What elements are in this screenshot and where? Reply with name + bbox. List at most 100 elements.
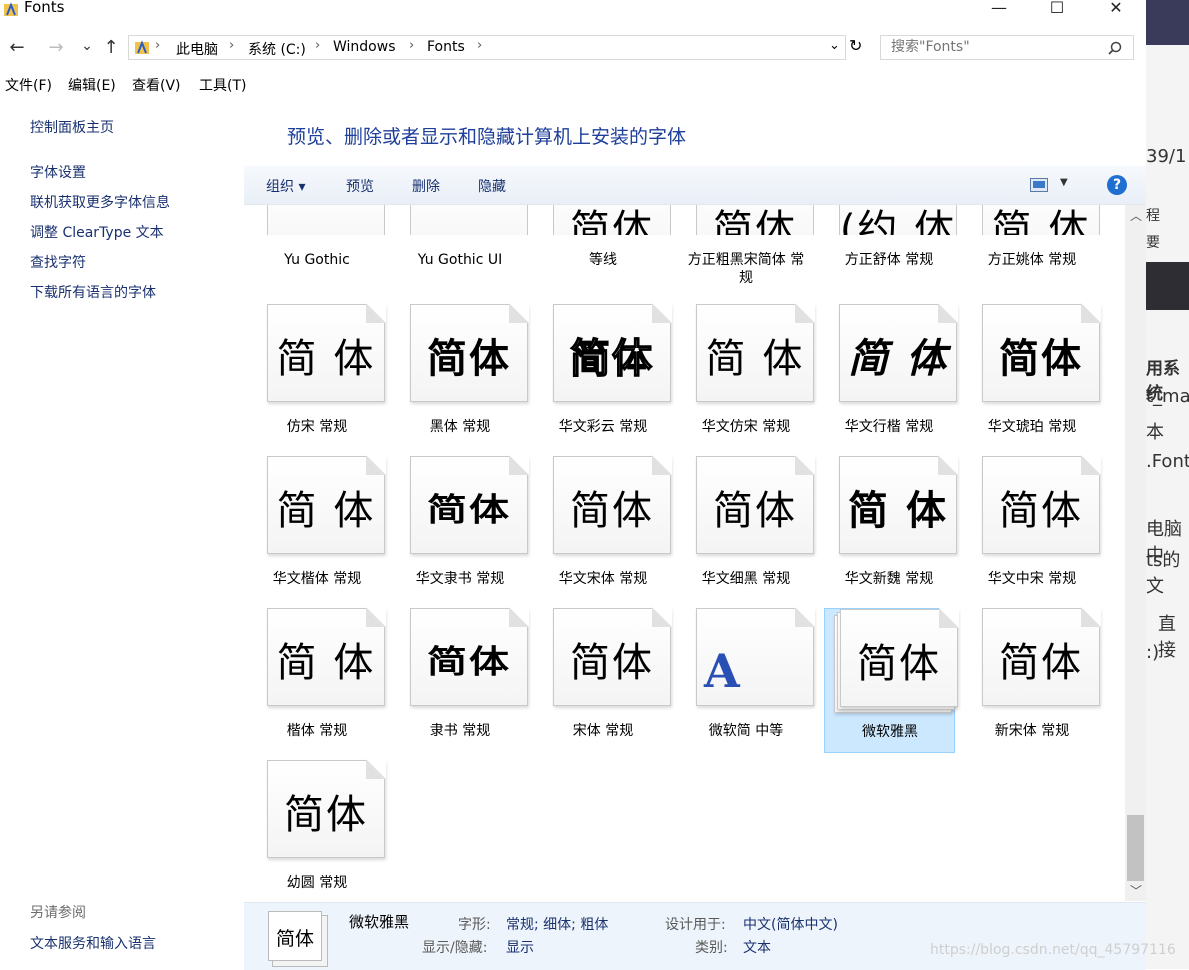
menu-edit[interactable]: 编辑(E) bbox=[68, 75, 116, 95]
font-tile[interactable]: 简体 华文隶书 常规 bbox=[395, 455, 529, 601]
font-tile[interactable]: 简 体华文新魏 常规 bbox=[824, 455, 958, 601]
font-file-icon: 简体 bbox=[267, 759, 386, 858]
delete-button[interactable]: 删除 bbox=[412, 176, 440, 196]
fragment-text: 39/1 bbox=[1146, 146, 1187, 167]
breadcrumb-windows[interactable]: Windows bbox=[333, 39, 396, 55]
fragment-text: ts的文 bbox=[1146, 550, 1181, 597]
font-tile[interactable]: 简体 华文宋体 常规 bbox=[538, 455, 672, 601]
back-arrow-icon[interactable]: ← bbox=[6, 37, 28, 58]
page-title: 预览、删除或者显示和隐藏计算机上安装的字体 bbox=[287, 126, 687, 148]
menu-tools[interactable]: 工具(T) bbox=[199, 75, 246, 95]
close-button[interactable]: ✕ bbox=[1093, 0, 1139, 18]
menu-file[interactable]: 文件(F) bbox=[5, 75, 52, 95]
font-file-icon: A bbox=[696, 607, 815, 706]
fragment-text: 本 bbox=[1146, 422, 1164, 443]
see-also-heading: 另请参阅 bbox=[30, 905, 86, 921]
font-sample-glyph: 简体 bbox=[569, 335, 654, 383]
font-tile[interactable]: 简体 华文琥珀 常规 bbox=[967, 303, 1101, 449]
font-tile[interactable]: 简 体仿宋 常规 bbox=[252, 303, 386, 449]
font-file-icon: 简体 bbox=[553, 607, 672, 706]
font-settings-link[interactable]: 字体设置 bbox=[30, 162, 86, 182]
search-icon[interactable] bbox=[1108, 41, 1122, 55]
font-tile[interactable]: 简体新宋体 常规 bbox=[967, 607, 1101, 753]
font-file-icon: 简体 bbox=[696, 205, 814, 235]
command-toolbar: 组织 ▾ 预览 删除 隐藏 ▼ ? bbox=[244, 166, 1146, 205]
font-sample-glyph: 简 体 bbox=[276, 336, 376, 382]
font-file-icon: 简体 bbox=[553, 205, 671, 235]
search-box[interactable] bbox=[880, 35, 1134, 60]
control-panel-home-link[interactable]: 控制面板主页 bbox=[30, 117, 114, 137]
font-sample-glyph: 简体 bbox=[570, 640, 654, 686]
font-tile[interactable]: 简体幼圆 常规 bbox=[252, 759, 386, 901]
fonts-folder-icon bbox=[4, 2, 18, 16]
font-tile[interactable]: 简 体华文楷体 常规 bbox=[252, 455, 386, 601]
font-sample-glyph: 简 体 bbox=[848, 488, 948, 534]
scrollbar-thumb[interactable] bbox=[1127, 815, 1144, 881]
font-file-icon: 简体 bbox=[982, 303, 1101, 402]
fragment-text: t_ma bbox=[1146, 386, 1189, 407]
selected-font-preview-icon: 简体 bbox=[268, 911, 328, 967]
view-dropdown-icon[interactable]: ▼ bbox=[1060, 177, 1068, 188]
background-window: 39/1 程 要 用系统 t_ma 本 .Font 电脑中 ts的文 直接 :) bbox=[1146, 0, 1189, 969]
font-name-label: 幼圆 常规 bbox=[286, 875, 348, 891]
find-character-link[interactable]: 查找字符 bbox=[30, 252, 86, 272]
designed-for-label: 设计用于: bbox=[665, 917, 726, 933]
text-services-link[interactable]: 文本服务和输入语言 bbox=[30, 933, 156, 953]
breadcrumb-separator: › bbox=[229, 38, 235, 53]
font-tile[interactable]: 简体 微软雅黑 bbox=[824, 608, 959, 753]
breadcrumb-separator: › bbox=[315, 38, 321, 53]
download-fonts-link[interactable]: 下载所有语言的字体 bbox=[30, 282, 156, 302]
get-more-fonts-link[interactable]: 联机获取更多字体信息 bbox=[30, 192, 170, 212]
forward-arrow-icon[interactable]: → bbox=[45, 37, 67, 58]
vertical-scrollbar[interactable] bbox=[1125, 205, 1146, 901]
selected-font-name: 微软雅黑 bbox=[349, 913, 410, 931]
font-tile[interactable]: 简体华文中宋 常规 bbox=[967, 455, 1101, 601]
up-arrow-icon[interactable]: ↑ bbox=[100, 37, 122, 58]
address-dropdown-icon[interactable]: ⌄ bbox=[829, 38, 840, 53]
breadcrumb-system-c[interactable]: 系统 (C:) bbox=[248, 39, 306, 59]
font-sample-glyph: 简体 bbox=[427, 336, 511, 382]
breadcrumb-this-pc[interactable]: 此电脑 bbox=[176, 39, 218, 59]
font-file-icon: 简体 bbox=[834, 608, 959, 713]
font-sample-glyph: 简体 bbox=[999, 336, 1083, 382]
font-sample-glyph: 简体 bbox=[570, 488, 654, 534]
help-icon[interactable]: ? bbox=[1107, 175, 1127, 195]
font-tile[interactable]: 简 体楷体 常规 bbox=[252, 607, 386, 753]
font-tile[interactable]: A 微软简 中等 bbox=[681, 607, 815, 753]
font-sample-glyph: 简体 bbox=[713, 488, 797, 534]
maximize-button[interactable]: ☐ bbox=[1034, 0, 1080, 18]
font-file-icon: 简体 bbox=[982, 455, 1101, 554]
view-options-icon[interactable] bbox=[1030, 178, 1048, 192]
breadcrumb-fonts[interactable]: Fonts bbox=[427, 39, 465, 55]
font-sample-glyph: 简体 bbox=[999, 640, 1083, 686]
minimize-button[interactable]: — bbox=[976, 0, 1022, 18]
address-bar[interactable]: › 此电脑 › 系统 (C:) › Windows › Fonts › ⌄ bbox=[128, 35, 846, 60]
scroll-up-icon[interactable]: ︿ bbox=[1130, 207, 1142, 224]
font-sample-glyph: 简体 bbox=[427, 643, 511, 681]
font-name-label: 新宋体 常规 bbox=[994, 723, 1070, 739]
font-tile[interactable]: 简 体华文仿宋 常规 bbox=[681, 303, 815, 449]
font-tile[interactable]: 简体 隶书 常规 bbox=[395, 607, 529, 753]
organize-button[interactable]: 组织 ▾ bbox=[266, 176, 305, 196]
font-sample-glyph: A bbox=[704, 644, 742, 698]
font-tile[interactable]: 简体 华文彩云 常规 bbox=[538, 303, 672, 449]
font-name-label: 等线 bbox=[589, 252, 617, 268]
font-name-label: 华文中宋 常规 bbox=[987, 571, 1077, 587]
font-tile[interactable]: 简体 华文细黑 常规 bbox=[681, 455, 815, 601]
font-tile[interactable]: 简 体华文行楷 常规 bbox=[824, 303, 958, 449]
recent-locations-icon[interactable]: ⌄ bbox=[76, 38, 98, 54]
font-tile[interactable]: 简体 宋体 常规 bbox=[538, 607, 672, 753]
hide-button[interactable]: 隐藏 bbox=[478, 176, 506, 196]
fragment-text: 直接 bbox=[1158, 614, 1176, 661]
menu-view[interactable]: 查看(V) bbox=[132, 75, 181, 95]
font-file-icon: 简 体 bbox=[982, 205, 1100, 235]
font-sample-glyph: 简体 bbox=[713, 207, 797, 235]
font-tile[interactable]: 简体 黑体 常规 bbox=[395, 303, 529, 449]
font-name-label: Yu Gothic bbox=[284, 252, 350, 268]
font-sample-glyph: 简 体 bbox=[705, 336, 805, 382]
scroll-down-icon[interactable]: ﹀ bbox=[1130, 882, 1142, 899]
cleartype-link[interactable]: 调整 ClearType 文本 bbox=[30, 222, 164, 242]
search-input[interactable] bbox=[889, 38, 1103, 56]
preview-button[interactable]: 预览 bbox=[346, 176, 374, 196]
refresh-icon[interactable]: ↻ bbox=[849, 36, 862, 55]
